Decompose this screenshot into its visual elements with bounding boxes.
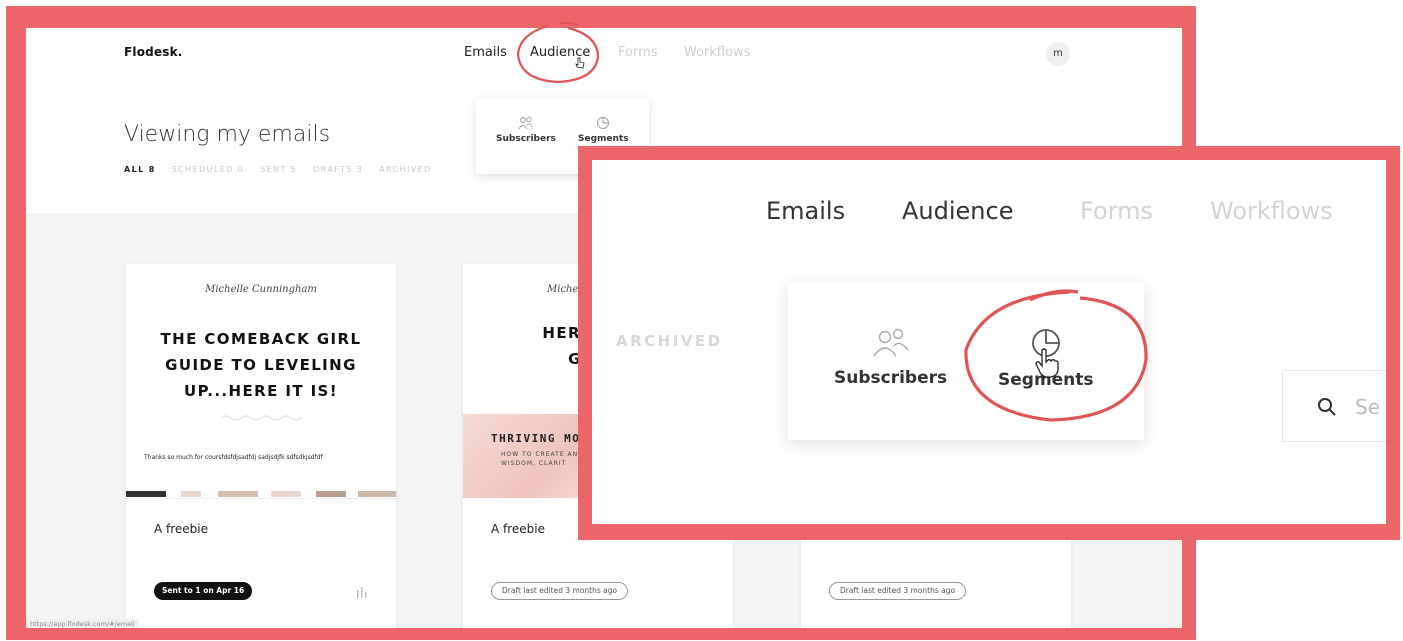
card-headline: THE COMEBACK GIRL GUIDE TO LEVELING UP..… [126, 326, 396, 404]
color-swatches [126, 491, 396, 497]
card-body-text: Thanks so much for coursfdsfdjsadfdj sad… [144, 454, 323, 461]
menu-item-label: Subscribers [834, 368, 948, 388]
status-bar-url: https://app.flodesk.com/#/email [26, 619, 139, 628]
zoom-inset: Emails Audience Forms Workflows ARCHIVED… [592, 160, 1386, 524]
zoom-nav-emails[interactable]: Emails [766, 197, 845, 225]
page-title: Viewing my emails [124, 122, 331, 147]
wave-divider [221, 415, 301, 421]
zoom-search-input[interactable]: Se [1282, 370, 1386, 442]
nav-forms[interactable]: Forms [618, 45, 658, 60]
people-icon [518, 116, 534, 130]
card-signature: Michelle Cunningham [205, 284, 317, 295]
divider [126, 498, 396, 499]
band-title: THRIVING MO [491, 432, 581, 445]
status-badge: Draft last edited 3 months ago [491, 582, 629, 600]
avatar[interactable]: m [1046, 42, 1070, 66]
zoom-nav-workflows[interactable]: Workflows [1210, 197, 1333, 225]
menu-item-segments[interactable]: Segments [578, 116, 629, 144]
headline-line: THE COMEBACK GIRL [160, 330, 362, 348]
menu-item-label: Segments [578, 134, 629, 144]
zoom-nav-audience[interactable]: Audience [902, 197, 1013, 225]
headline-line: UP...HERE IT IS! [184, 382, 338, 400]
pie-chart-icon [597, 117, 610, 129]
cursor-hand-icon [575, 57, 585, 69]
status-badge: Sent to 1 on Apr 16 [154, 582, 253, 600]
tab-scheduled[interactable]: SCHEDULED 0 [172, 165, 244, 174]
nav-workflows[interactable]: Workflows [684, 45, 750, 60]
tab-drafts[interactable]: DRAFTS 3 [313, 165, 363, 174]
filter-tabs: ALL 8 SCHEDULED 0 SENT 5 DRAFTS 3 ARCHIV… [124, 165, 444, 174]
card-title: A freebie [154, 522, 209, 536]
nav-emails[interactable]: Emails [464, 45, 507, 60]
zoom-inset-frame: Emails Audience Forms Workflows ARCHIVED… [578, 146, 1400, 540]
band-sub-line: WISDOM, CLARIT [501, 460, 567, 467]
status-badge: Draft last edited 3 months ago [829, 582, 967, 600]
band-sub-line: HOW TO CREATE AN [501, 451, 579, 458]
tab-all[interactable]: ALL 8 [124, 165, 156, 174]
brand-logo[interactable]: Flodesk. [124, 45, 183, 59]
search-icon [1318, 398, 1336, 416]
search-placeholder: Se [1355, 395, 1380, 419]
zoom-tab-archived[interactable]: ARCHIVED [616, 332, 723, 350]
zoom-nav-forms[interactable]: Forms [1080, 197, 1153, 225]
headline-line: GUIDE TO LEVELING [165, 356, 357, 374]
email-card[interactable]: Michelle Cunningham THE COMEBACK GIRL GU… [126, 264, 396, 628]
tab-archived[interactable]: ARCHIVED [379, 165, 431, 174]
zoom-top-nav: Emails Audience Forms Workflows [592, 160, 1386, 258]
stats-icon[interactable] [356, 586, 368, 598]
menu-item-label: Subscribers [496, 134, 556, 144]
menu-item-subscribers[interactable]: Subscribers [496, 116, 556, 144]
cursor-hand-icon [1035, 348, 1059, 378]
top-nav: Flodesk. Emails Audience Forms Workflows… [26, 28, 1182, 80]
band-subtitle: HOW TO CREATE AN WISDOM, CLARIT [501, 450, 578, 468]
people-icon [872, 328, 909, 357]
card-title: A freebie [491, 522, 546, 536]
zoom-audience-dropdown: Subscribers Segments [788, 282, 1144, 440]
tab-sent[interactable]: SENT 5 [260, 165, 297, 174]
zoom-menu-item-subscribers[interactable]: Subscribers [834, 326, 947, 388]
